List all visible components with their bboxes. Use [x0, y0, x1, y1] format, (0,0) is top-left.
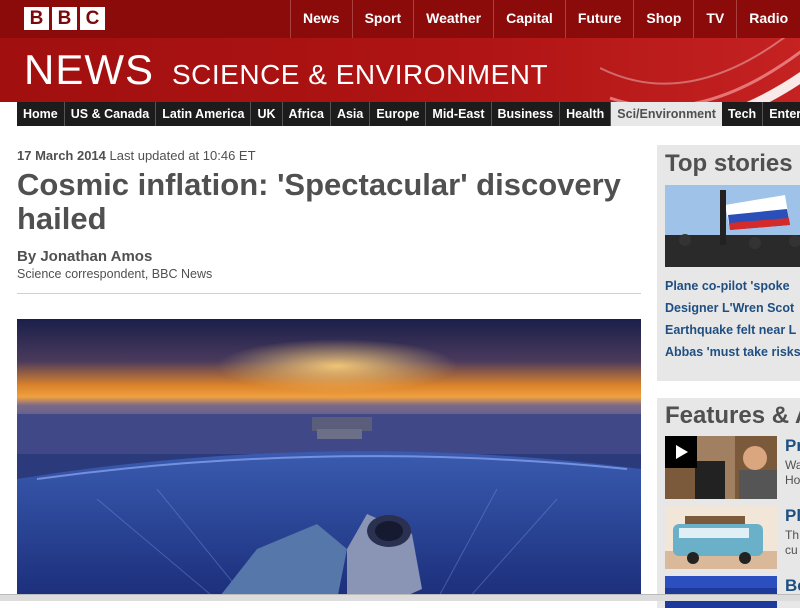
banner-swoosh-graphic	[600, 38, 800, 102]
global-nav-shop[interactable]: Shop	[633, 0, 693, 38]
section-nav-tech[interactable]: Tech	[722, 102, 764, 126]
dateline: 17 March 2014 Last updated at 10:46 ET	[17, 148, 641, 163]
blue-sky-photo	[665, 576, 777, 608]
feature-title[interactable]: Be	[785, 576, 800, 596]
logo-letter-b2: B	[52, 7, 77, 30]
top-story-link[interactable]: Earthquake felt near L	[665, 323, 800, 337]
feature-image[interactable]	[665, 506, 777, 569]
feature-image[interactable]	[665, 576, 777, 608]
global-nav-sport[interactable]: Sport	[351, 0, 414, 38]
top-stories-title: Top stories	[665, 150, 793, 177]
top-story-image[interactable]	[665, 185, 800, 267]
global-nav-weather[interactable]: Weather	[413, 0, 493, 38]
article: 17 March 2014 Last updated at 10:46 ET C…	[17, 128, 641, 600]
author-byline: By Jonathan Amos	[17, 248, 153, 265]
section-nav-business[interactable]: Business	[492, 102, 561, 126]
section-nav-uk[interactable]: UK	[251, 102, 283, 126]
article-headline: Cosmic inflation: 'Spectacular' discover…	[17, 167, 621, 236]
top-stories-list: Plane co-pilot 'spoke Designer L'Wren Sc…	[665, 279, 800, 367]
global-nav-future[interactable]: Future	[564, 0, 634, 38]
section-nav-europe[interactable]: Europe	[370, 102, 427, 126]
feature-description: Th cu	[785, 528, 799, 558]
telescope-photo	[17, 319, 641, 600]
top-stories-panel: Top stories Plane co-pilot 'spoke Design…	[657, 145, 800, 381]
feature-description: Wa Ho	[785, 458, 800, 488]
bbc-top-bar: B B C News Sport Weather Capital Future …	[0, 0, 800, 38]
features-panel: Features & A Pr Wa Ho Pl Th cu B	[657, 398, 800, 608]
feature-image[interactable]	[665, 436, 777, 499]
top-story-link[interactable]: Designer L'Wren Scot	[665, 301, 800, 315]
global-nav-tv[interactable]: TV	[693, 0, 736, 38]
global-nav-news[interactable]: News	[290, 0, 352, 38]
feature-desc-line: cu	[785, 543, 798, 557]
blue-van-photo	[665, 506, 777, 569]
section-nav-africa[interactable]: Africa	[283, 102, 331, 126]
author-role: Science correspondent, BBC News	[17, 267, 213, 281]
last-updated: Last updated at 10:46 ET	[109, 148, 256, 163]
feature-title[interactable]: Pr	[785, 436, 800, 456]
news-banner: NEWS SCIENCE & ENVIRONMENT	[0, 38, 800, 102]
hero-image	[17, 319, 641, 600]
section-nav-health[interactable]: Health	[560, 102, 612, 126]
section-nav-asia[interactable]: Asia	[331, 102, 371, 126]
section-nav-sci-environment[interactable]: Sci/Environment	[611, 102, 722, 126]
feature-desc-line: Wa	[785, 458, 800, 472]
section-nav-us-canada[interactable]: US & Canada	[65, 102, 157, 126]
top-story-link[interactable]: Abbas 'must take risks	[665, 345, 800, 359]
section-nav-entertainment[interactable]: Entertainm	[763, 102, 800, 126]
feature-desc-line: Ho	[785, 473, 800, 487]
sidebar: Top stories Plane co-pilot 'spoke Design…	[657, 145, 800, 608]
article-date: 17 March 2014	[17, 148, 106, 163]
divider	[17, 293, 641, 294]
feature-title[interactable]: Pl	[785, 506, 800, 526]
section-title[interactable]: SCIENCE & ENVIRONMENT	[172, 58, 548, 92]
top-story-link[interactable]: Plane co-pilot 'spoke	[665, 279, 800, 293]
news-title[interactable]: NEWS	[24, 46, 154, 94]
man-portrait-video-photo	[665, 436, 777, 499]
flag-crowd-photo	[665, 185, 800, 267]
feature-desc-line: Th	[785, 528, 800, 542]
logo-letter-c: C	[80, 7, 105, 30]
section-nav: Home US & Canada Latin America UK Africa…	[17, 102, 800, 126]
bbc-logo[interactable]: B B C	[24, 7, 105, 30]
global-nav: News Sport Weather Capital Future Shop T…	[290, 0, 800, 38]
global-nav-radio[interactable]: Radio	[736, 0, 800, 38]
features-title: Features & A	[665, 402, 800, 429]
section-nav-home[interactable]: Home	[17, 102, 65, 126]
section-nav-mid-east[interactable]: Mid-East	[426, 102, 492, 126]
global-nav-capital[interactable]: Capital	[493, 0, 565, 38]
section-nav-latin-america[interactable]: Latin America	[156, 102, 252, 126]
logo-letter-b1: B	[24, 7, 49, 30]
